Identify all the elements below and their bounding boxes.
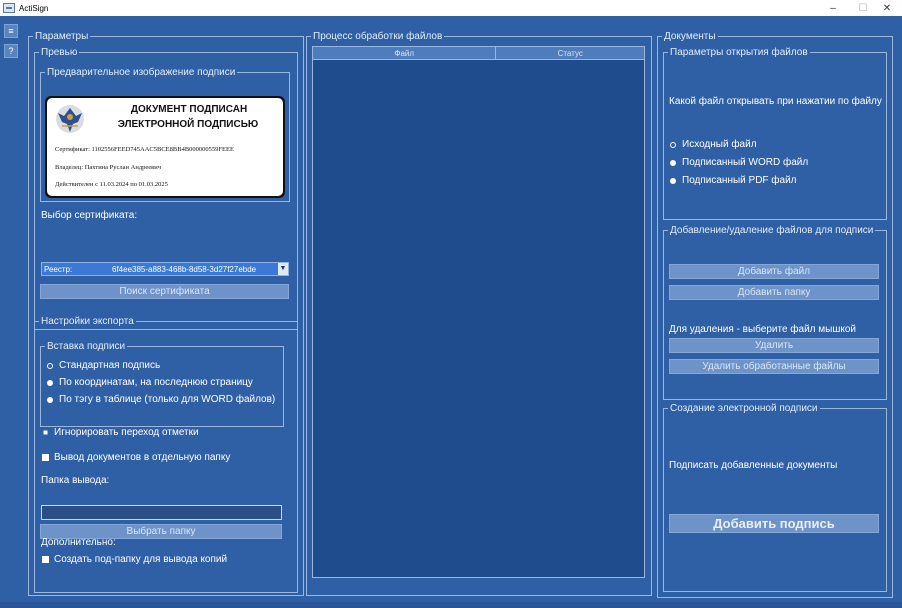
create-signature-legend: Создание электронной подписи	[668, 402, 820, 415]
title-bar: ActiSign – ☐ ✕	[0, 0, 902, 16]
open-params-group: Параметры открытия файлов	[663, 46, 887, 220]
cert-select-store: Реестр:	[44, 264, 73, 274]
column-header-file[interactable]: Файл	[313, 47, 497, 60]
checkbox-box	[42, 454, 49, 461]
eagle-emblem-icon	[56, 105, 84, 133]
radio-standard-label: Стандартная подпись	[59, 360, 161, 371]
radio-source-label: Исходный файл	[682, 139, 757, 150]
checkbox-box	[42, 429, 49, 436]
open-question-label: Какой файл открывать при нажатии по файл…	[669, 96, 882, 107]
radio-coordinates[interactable]: По координатам, на последнюю страницу	[47, 377, 253, 388]
cert-select[interactable]: Реестр: 6f4ee385-a883-468b-8d58-3d27f27e…	[41, 262, 289, 276]
signature-heading-2: ЭЛЕКТРОННОЙ ПОДПИСЬЮ	[117, 119, 259, 130]
ignore-checkbox-label: Игнорировать переход отметки	[54, 427, 199, 438]
subfolder-checkbox[interactable]: Создать под-папку для вывода копий	[42, 554, 227, 565]
main-window: ≡ ? Параметры Превью Предварительное изо…	[0, 16, 902, 608]
subfolder-label: Создать под-папку для вывода копий	[54, 554, 228, 565]
output-folder-input[interactable]	[41, 505, 282, 520]
checkbox-box	[42, 556, 49, 563]
preview-legend: Превью	[39, 46, 80, 59]
close-button[interactable]: ✕	[872, 0, 902, 16]
menu-icon[interactable]: ≡	[4, 24, 18, 38]
help-icon[interactable]: ?	[4, 44, 18, 58]
signature-owner-line: Владелец: Пахтина Руслан Андреевич	[55, 164, 161, 171]
manage-files-legend: Добавление/удаление файлов для подписи	[668, 224, 876, 237]
output-folder-label: Папка вывода:	[41, 475, 110, 486]
cert-select-label: Выбор сертификата:	[41, 210, 138, 221]
radio-word-file[interactable]: Подписанный WORD файл	[670, 157, 808, 168]
ignore-checkbox[interactable]: Игнорировать переход отметки	[42, 427, 199, 438]
signature-cert-line: Сертификат: 1102556FEED745AAC5BCE8BB4B00…	[55, 146, 234, 153]
add-folder-button[interactable]: Добавить папку	[669, 285, 879, 300]
separate-folder-label: Вывод документов в отдельную папку	[54, 452, 231, 463]
delete-hint-label: Для удаления - выберите файл мышкой	[669, 324, 857, 335]
separate-folder-checkbox[interactable]: Вывод документов в отдельную папку	[42, 452, 230, 463]
signature-valid-line: Действителен с 11.03.2024 по 01.03.2025	[55, 181, 168, 188]
export-settings-legend: Настройки экспорта	[39, 315, 136, 328]
radio-pdf-label: Подписанный PDF файл	[682, 175, 797, 186]
find-cert-button[interactable]: Поиск сертификата	[40, 284, 289, 299]
radio-coordinates-label: По координатам, на последнюю страницу	[59, 377, 253, 388]
params-legend: Параметры	[33, 30, 91, 43]
radio-word-label: Подписанный WORD файл	[682, 157, 809, 168]
radio-tag-label: По тэгу в таблице (только для WORD файло…	[59, 394, 276, 405]
radio-dot	[47, 362, 53, 369]
column-header-status[interactable]: Статус	[496, 47, 644, 60]
manage-files-group: Добавление/удаление файлов для подписи	[663, 224, 887, 400]
sign-documents-label: Подписать добавленные документы	[669, 460, 838, 471]
create-signature-group: Создание электронной подписи	[663, 402, 887, 592]
radio-dot	[670, 159, 676, 166]
add-file-button[interactable]: Добавить файл	[669, 264, 879, 279]
insert-signature-legend: Вставка подписи	[45, 340, 128, 353]
delete-processed-button[interactable]: Удалить обработанные файлы	[669, 359, 879, 374]
window-title: ActiSign	[19, 3, 49, 13]
app-icon	[3, 3, 15, 13]
chevron-down-icon[interactable]: ▼	[278, 263, 288, 275]
extra-label: Дополнительно:	[41, 537, 116, 548]
docs-legend: Документы	[662, 30, 718, 43]
status-bar	[0, 602, 902, 608]
signature-preview-image: ДОКУМЕНТ ПОДПИСАН ЭЛЕКТРОННОЙ ПОДПИСЬЮ С…	[45, 96, 285, 198]
radio-dot	[47, 379, 53, 386]
add-signature-button[interactable]: Добавить подпись	[669, 514, 879, 533]
radio-pdf-file[interactable]: Подписанный PDF файл	[670, 175, 797, 186]
process-legend: Процесс обработки файлов	[311, 30, 445, 43]
signature-preview-legend: Предварительное изображение подписи	[45, 66, 238, 79]
radio-dot	[670, 177, 676, 184]
files-table-header: Файл Статус	[313, 47, 644, 60]
radio-tag[interactable]: По тэгу в таблице (только для WORD файло…	[47, 394, 275, 405]
files-table[interactable]: Файл Статус	[312, 46, 645, 578]
cert-select-value: 6f4ee385-a883-468b-8d58-3d27f27ebde	[112, 264, 257, 274]
delete-button[interactable]: Удалить	[669, 338, 879, 353]
open-params-legend: Параметры открытия файлов	[668, 46, 810, 59]
radio-dot	[670, 141, 676, 148]
radio-source-file[interactable]: Исходный файл	[670, 139, 757, 150]
radio-standard[interactable]: Стандартная подпись	[47, 360, 160, 371]
signature-heading-1: ДОКУМЕНТ ПОДПИСАН	[130, 104, 248, 115]
minimize-button[interactable]: –	[818, 0, 848, 16]
radio-dot	[47, 396, 53, 403]
left-toolbar: ≡ ?	[4, 24, 18, 64]
